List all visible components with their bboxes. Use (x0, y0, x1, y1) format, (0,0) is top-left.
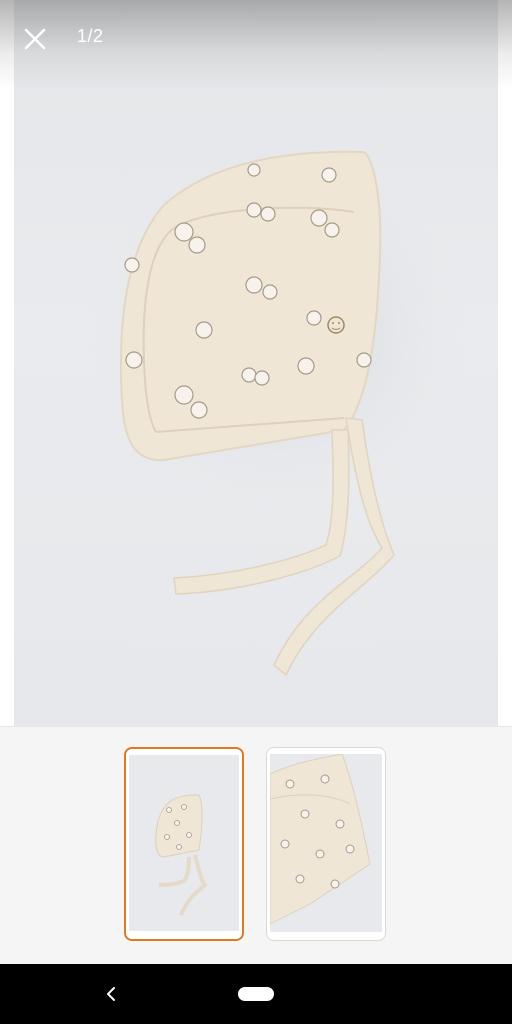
thumbnail-image (269, 753, 382, 932)
image-viewer (0, 0, 512, 726)
product-photo[interactable] (14, 0, 498, 726)
home-pill-icon[interactable] (238, 987, 274, 1001)
thumbnail-strip (0, 726, 512, 965)
close-button[interactable] (18, 22, 52, 56)
close-icon (24, 28, 46, 50)
thumbnail-1[interactable] (124, 747, 244, 941)
thumbnail-image (129, 755, 239, 931)
thumbnail-2[interactable] (266, 747, 386, 941)
image-counter: 1/2 (77, 26, 104, 46)
back-chevron-icon[interactable] (100, 982, 124, 1006)
baby-bonnet-image (79, 150, 479, 677)
